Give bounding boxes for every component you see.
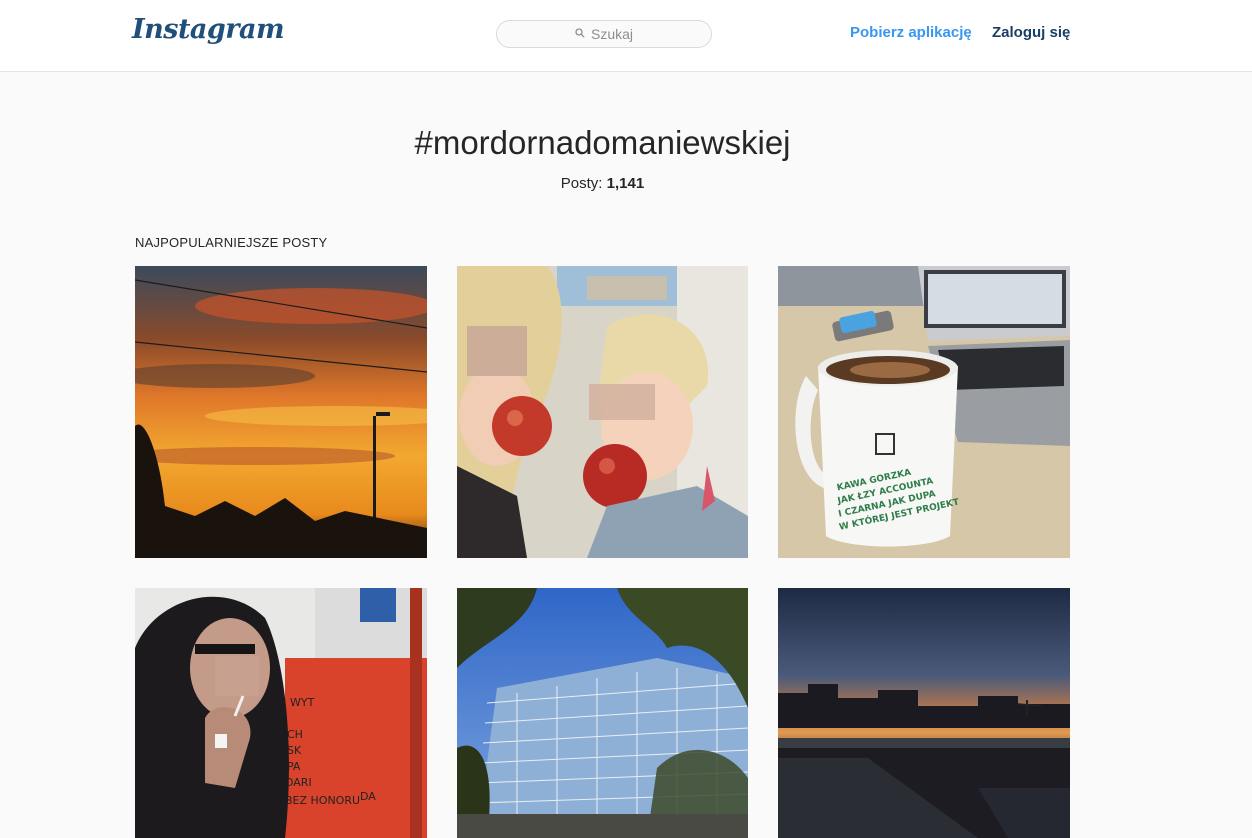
box-text-4: PA [287, 760, 301, 773]
post-thumbnail-sunset[interactable] [135, 266, 427, 558]
instagram-logo[interactable]: Instagram [132, 14, 285, 45]
login-link[interactable]: Zaloguj się [992, 24, 1070, 41]
office-building-photo [457, 588, 748, 838]
top-navigation-bar: Instagram Szukaj Pobierz aplikację Zalog… [0, 0, 1252, 72]
post-thumbnail-city-dusk[interactable] [778, 588, 1070, 838]
post-thumbnail-apples[interactable] [457, 266, 748, 558]
box-text-1: WYT [290, 696, 315, 709]
box-text-3: SK [287, 744, 302, 757]
sunset-photo [135, 266, 427, 558]
box-text-7: DA [360, 790, 376, 803]
top-posts-heading: NAJPOPULARNIEJSZE POSTY [135, 235, 328, 250]
box-text-6: BEZ HONORU [285, 794, 360, 807]
posts-count-label: Posty: [560, 175, 603, 192]
hashtag-title: #mordornadomaniewskiej [414, 124, 791, 161]
get-app-link[interactable]: Pobierz aplikację [850, 24, 972, 41]
hooded-man-photo: WYT CH SK PA DARI BEZ HONORU DA [135, 588, 427, 838]
post-thumbnail-hooded-man[interactable]: WYT CH SK PA DARI BEZ HONORU DA [135, 588, 427, 838]
box-text-5: DARI [285, 776, 312, 789]
search-placeholder: Szukaj [590, 26, 634, 42]
coffee-photo: KAWA GORZKA JAK ŁZY ACCOUNTA I CZARNA JA… [778, 266, 1070, 558]
apples-photo [457, 266, 748, 558]
posts-count: Posty: 1,141 [0, 175, 1205, 192]
box-text-2: CH [287, 728, 303, 741]
posts-count-value: 1,141 [606, 175, 645, 192]
post-thumbnail-coffee[interactable]: KAWA GORZKA JAK ŁZY ACCOUNTA I CZARNA JA… [778, 266, 1070, 558]
city-dusk-photo [778, 588, 1070, 838]
search-input[interactable]: Szukaj [496, 20, 712, 48]
post-thumbnail-office-building[interactable] [457, 588, 748, 838]
search-icon [575, 28, 585, 38]
